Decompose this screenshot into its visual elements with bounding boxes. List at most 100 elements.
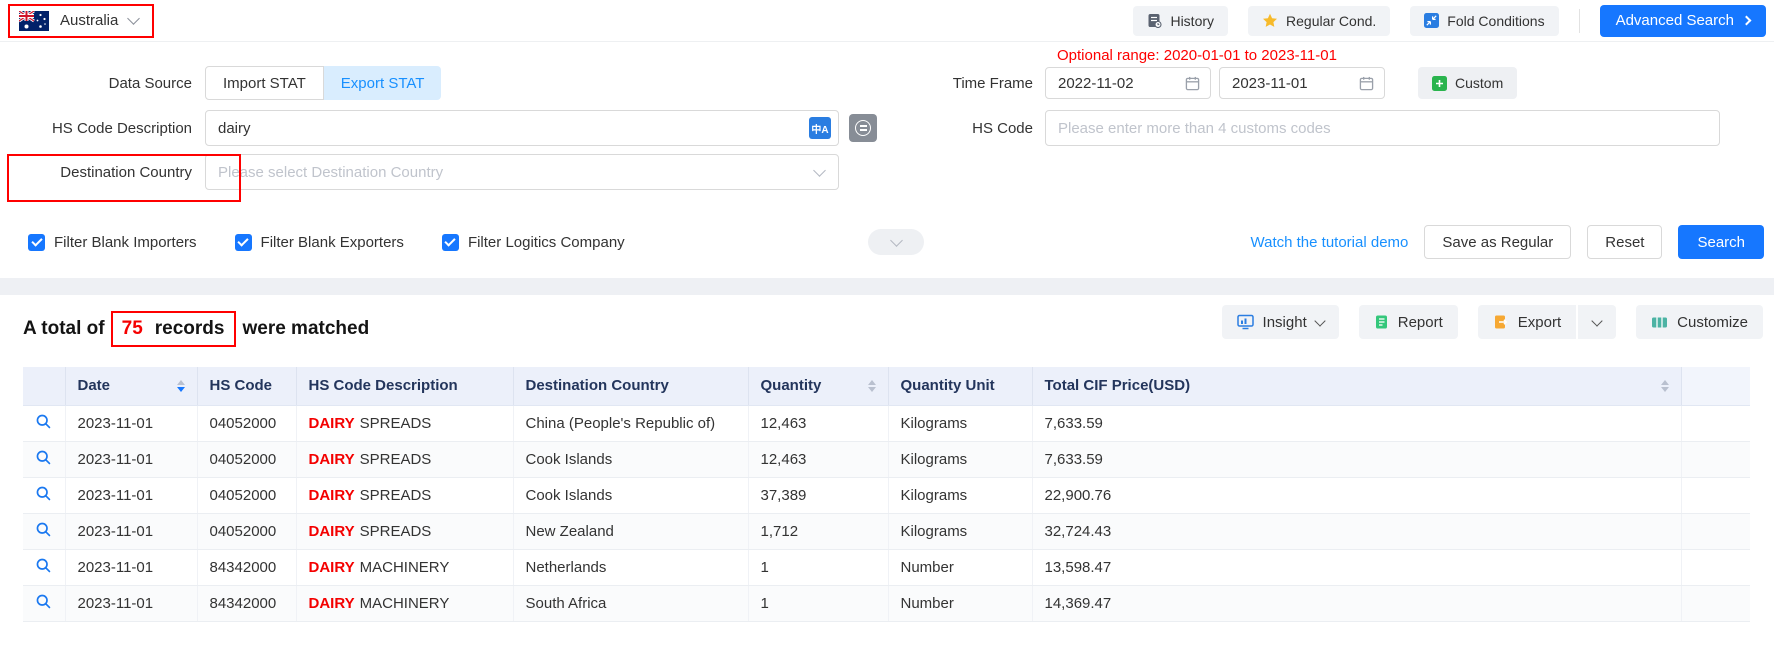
cell-hs-code: 04052000 bbox=[197, 405, 296, 441]
calendar-icon bbox=[1185, 76, 1200, 91]
sort-desc-icon[interactable] bbox=[868, 387, 876, 392]
cell-quantity: 1 bbox=[748, 549, 888, 585]
chevron-down-icon bbox=[813, 164, 826, 177]
chevron-down-icon bbox=[1314, 315, 1325, 326]
top-bar: Australia History bbox=[0, 0, 1774, 42]
customize-icon bbox=[1651, 315, 1668, 330]
sort-asc-icon[interactable] bbox=[1661, 380, 1669, 385]
export-icon bbox=[1493, 314, 1509, 330]
cell-date: 2023-11-01 bbox=[65, 513, 197, 549]
header-hs-code-description: HS Code Description bbox=[296, 367, 513, 405]
cell-hs-code: 04052000 bbox=[197, 513, 296, 549]
cell-unit: Number bbox=[888, 549, 1032, 585]
sort-desc-icon[interactable] bbox=[1661, 387, 1669, 392]
header-quantity[interactable]: Quantity bbox=[748, 367, 888, 405]
cell-date: 2023-11-01 bbox=[65, 477, 197, 513]
results-section: A total of 75 records were matched Insig… bbox=[0, 295, 1774, 646]
start-date-input[interactable]: 2022-11-02 bbox=[1045, 67, 1211, 99]
cell-quantity: 12,463 bbox=[748, 405, 888, 441]
insight-button[interactable]: Insight bbox=[1222, 305, 1339, 339]
header-quantity-unit: Quantity Unit bbox=[888, 367, 1032, 405]
export-button[interactable]: Export bbox=[1478, 305, 1576, 339]
custom-label: Custom bbox=[1455, 75, 1503, 91]
import-stat-tab[interactable]: Import STAT bbox=[205, 66, 324, 100]
cell-destination: Cook Islands bbox=[513, 477, 748, 513]
cell-unit: Number bbox=[888, 585, 1032, 621]
table-row: 2023-11-01 84342000 DAIRYMACHINERY Nethe… bbox=[23, 549, 1750, 585]
cell-price: 14,369.47 bbox=[1032, 585, 1681, 621]
row-detail-magnifier-icon[interactable] bbox=[35, 593, 52, 614]
hs-code-group: HS Code bbox=[912, 110, 1720, 146]
insight-icon bbox=[1237, 314, 1254, 330]
sort-asc-icon[interactable] bbox=[868, 380, 876, 385]
customize-button[interactable]: Customize bbox=[1636, 305, 1763, 339]
history-icon bbox=[1147, 13, 1162, 28]
checkbox-filter-blank-exporters[interactable]: Filter Blank Exporters bbox=[235, 234, 404, 251]
advanced-search-button[interactable]: Advanced Search bbox=[1600, 5, 1766, 37]
row-detail-magnifier-icon[interactable] bbox=[35, 557, 52, 578]
cell-description: DAIRYMACHINERY bbox=[296, 585, 513, 621]
hs-code-input[interactable] bbox=[1045, 110, 1720, 146]
sort-icons bbox=[868, 380, 876, 392]
history-button[interactable]: History bbox=[1133, 6, 1228, 36]
destination-country-select[interactable]: Please select Destination Country bbox=[205, 154, 839, 190]
checkbox-label: Filter Logitics Company bbox=[468, 234, 625, 251]
row-detail-magnifier-icon[interactable] bbox=[35, 413, 52, 434]
cell-hs-code: 04052000 bbox=[197, 441, 296, 477]
country-name: Australia bbox=[60, 12, 118, 29]
custom-range-button[interactable]: Custom bbox=[1418, 67, 1517, 99]
checkbox-filter-logitics-company[interactable]: Filter Logitics Company bbox=[442, 234, 625, 251]
chevron-right-icon bbox=[1742, 16, 1752, 26]
report-icon bbox=[1374, 314, 1389, 330]
regular-cond-button[interactable]: Regular Cond. bbox=[1248, 6, 1390, 36]
sort-icons bbox=[1661, 380, 1669, 392]
cell-description: DAIRYSPREADS bbox=[296, 441, 513, 477]
row-detail-magnifier-icon[interactable] bbox=[35, 449, 52, 470]
hs-code-label: HS Code bbox=[912, 120, 1045, 137]
exact-match-button[interactable] bbox=[849, 114, 877, 142]
header-date[interactable]: Date bbox=[65, 367, 197, 405]
sort-icons bbox=[177, 380, 185, 392]
results-toolbar: Insight Report bbox=[1222, 305, 1763, 339]
advanced-search-label: Advanced Search bbox=[1616, 12, 1734, 29]
end-date-value: 2023-11-01 bbox=[1232, 75, 1308, 92]
cell-destination: Cook Islands bbox=[513, 441, 748, 477]
cell-hs-code: 84342000 bbox=[197, 585, 296, 621]
row-detail-magnifier-icon[interactable] bbox=[35, 485, 52, 506]
fold-conditions-button[interactable]: Fold Conditions bbox=[1410, 6, 1558, 36]
form-row-destination: Destination Country Please select Destin… bbox=[0, 154, 1774, 190]
divider bbox=[1579, 9, 1580, 33]
collapse-conditions-button[interactable] bbox=[868, 229, 924, 255]
search-button[interactable]: Search bbox=[1678, 225, 1764, 259]
records-word: records bbox=[155, 318, 225, 340]
export-dropdown-button[interactable] bbox=[1578, 305, 1616, 339]
end-date-input[interactable]: 2023-11-01 bbox=[1219, 67, 1385, 99]
destination-country-placeholder: Please select Destination Country bbox=[218, 164, 443, 181]
custom-icon bbox=[1432, 76, 1447, 91]
translate-icon[interactable]: 中A bbox=[809, 117, 831, 139]
header-total-cif-price[interactable]: Total CIF Price(USD) bbox=[1032, 367, 1681, 405]
cell-date: 2023-11-01 bbox=[65, 549, 197, 585]
form-row-data-source: Data Source Import STAT Export STAT Time… bbox=[0, 66, 1774, 100]
cell-empty bbox=[1681, 513, 1750, 549]
row-detail-magnifier-icon[interactable] bbox=[35, 521, 52, 542]
cell-empty bbox=[1681, 405, 1750, 441]
sort-asc-icon[interactable] bbox=[177, 380, 185, 385]
save-as-regular-button[interactable]: Save as Regular bbox=[1424, 225, 1571, 259]
australia-flag-icon bbox=[19, 11, 49, 31]
cell-destination: China (People's Republic of) bbox=[513, 405, 748, 441]
data-source-label: Data Source bbox=[0, 75, 205, 92]
report-button[interactable]: Report bbox=[1359, 305, 1458, 339]
table-row: 2023-11-01 04052000 DAIRYSPREADS Cook Is… bbox=[23, 441, 1750, 477]
export-stat-tab[interactable]: Export STAT bbox=[324, 66, 442, 100]
sort-desc-icon[interactable] bbox=[177, 387, 185, 392]
tutorial-demo-link[interactable]: Watch the tutorial demo bbox=[1251, 234, 1409, 251]
table-row: 2023-11-01 84342000 DAIRYMACHINERY South… bbox=[23, 585, 1750, 621]
checkbox-filter-blank-importers[interactable]: Filter Blank Importers bbox=[28, 234, 197, 251]
checkbox-checked-icon bbox=[442, 234, 459, 251]
table-row: 2023-11-01 04052000 DAIRYSPREADS Cook Is… bbox=[23, 477, 1750, 513]
country-selector[interactable]: Australia bbox=[8, 4, 154, 38]
reset-button[interactable]: Reset bbox=[1587, 225, 1662, 259]
cell-price: 32,724.43 bbox=[1032, 513, 1681, 549]
hs-code-description-input[interactable] bbox=[205, 110, 839, 146]
